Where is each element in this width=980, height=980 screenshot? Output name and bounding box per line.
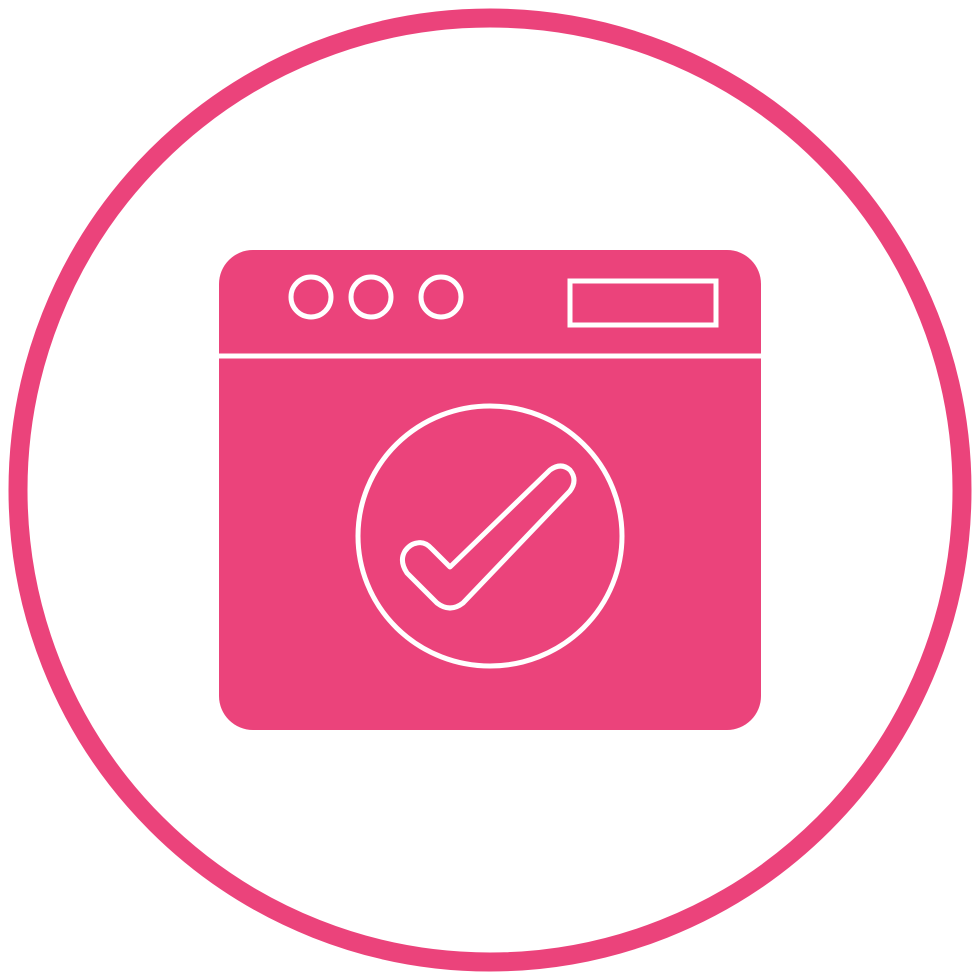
icon-canvas xyxy=(0,0,980,980)
browser-window-check-icon xyxy=(8,8,972,972)
browser-window xyxy=(219,250,761,730)
